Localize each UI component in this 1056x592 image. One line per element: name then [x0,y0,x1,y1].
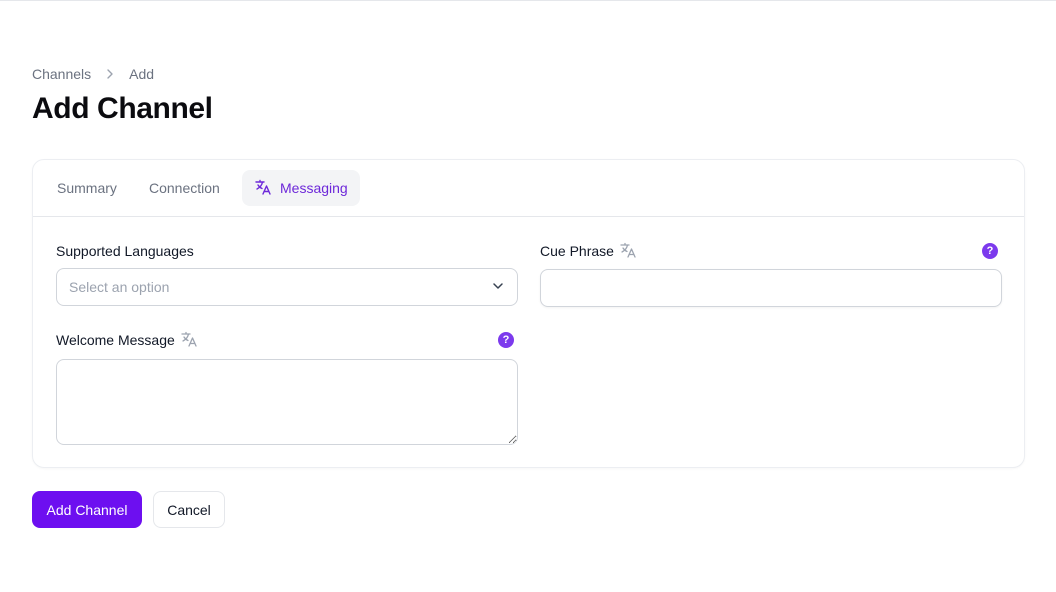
tab-bar: Summary Connection Messaging [33,160,1024,217]
cue-phrase-input[interactable] [540,269,1002,307]
add-channel-button[interactable]: Add Channel [32,491,142,528]
welcome-message-help-icon[interactable]: ? [498,332,514,348]
translate-icon [619,241,637,262]
breadcrumb: Channels Add [32,64,154,84]
top-divider [0,0,1056,1]
tab-messaging[interactable]: Messaging [242,170,360,206]
welcome-message-textarea[interactable] [56,359,518,445]
chevron-right-icon [103,67,117,81]
chevron-down-icon [491,279,505,296]
translate-icon [254,178,272,199]
tab-summary[interactable]: Summary [45,170,129,206]
tab-messaging-label: Messaging [280,180,348,196]
breadcrumb-channels[interactable]: Channels [32,66,91,82]
channel-form-card: Summary Connection Messaging Supported L… [32,159,1025,468]
breadcrumb-current: Add [129,66,155,82]
tab-summary-label: Summary [57,180,117,196]
cue-phrase-label: Cue Phrase [540,241,637,261]
supported-languages-select[interactable]: Select an option [56,268,518,306]
supported-languages-label: Supported Languages [56,241,194,261]
cue-phrase-label-text: Cue Phrase [540,243,614,259]
translate-icon [180,330,198,351]
tab-connection-label: Connection [149,180,220,196]
page-title: Add Channel [32,92,213,125]
welcome-message-label: Welcome Message [56,330,198,350]
supported-languages-label-text: Supported Languages [56,243,194,259]
tab-connection[interactable]: Connection [137,170,232,206]
welcome-message-label-text: Welcome Message [56,332,175,348]
supported-languages-placeholder: Select an option [69,279,170,295]
cancel-button[interactable]: Cancel [153,491,225,528]
cue-phrase-help-icon[interactable]: ? [982,243,998,259]
